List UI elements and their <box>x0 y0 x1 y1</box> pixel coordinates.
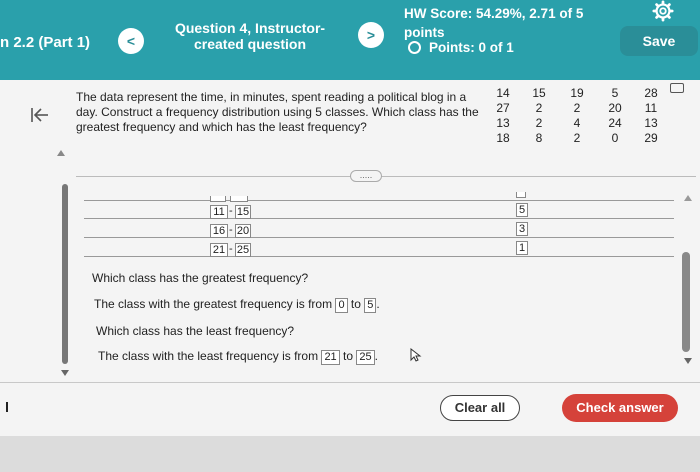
data-value: 19 <box>570 86 584 100</box>
class-upper-limit-input[interactable]: 15 <box>235 205 251 219</box>
data-column: 14 27 13 18 <box>490 86 516 146</box>
data-value: 14 <box>496 86 510 100</box>
data-value: 29 <box>644 131 658 145</box>
copy-data-icon[interactable] <box>670 83 684 93</box>
data-value: 27 <box>496 101 510 115</box>
scroll-down-icon[interactable] <box>61 370 69 376</box>
data-value: 2 <box>573 131 581 145</box>
points-label: Points: 0 of 1 <box>429 40 514 55</box>
class-upper-limit-input[interactable]: 25 <box>235 243 251 257</box>
right-scrollbar[interactable] <box>682 252 690 352</box>
back-to-first-icon[interactable] <box>30 104 50 130</box>
left-scrollbar[interactable] <box>62 184 68 364</box>
frequency-input[interactable]: 5 <box>516 203 528 217</box>
data-column: 19 2 4 2 <box>564 86 590 146</box>
clear-all-button[interactable]: Clear all <box>440 395 520 421</box>
answer-prefix: The class with the least frequency is fr… <box>98 349 319 363</box>
data-column: 15 2 2 8 <box>526 86 552 146</box>
greatest-frequency-question: Which class has the greatest frequency? <box>92 271 309 285</box>
least-frequency-question: Which class has the least frequency? <box>96 324 295 338</box>
column-header-stub <box>516 192 526 198</box>
least-from-input[interactable]: 21 <box>321 350 340 365</box>
question-title: Question 4, Instructor-created question <box>174 20 326 52</box>
previous-question-button[interactable]: < <box>118 28 144 54</box>
column-header-stub <box>230 196 248 202</box>
hw-score: HW Score: 54.29%, 2.71 of 5 <box>404 6 584 21</box>
check-answer-button[interactable]: Check answer <box>562 394 678 422</box>
footer-divider <box>0 382 700 383</box>
data-value: 0 <box>611 131 619 145</box>
data-value: 2 <box>573 101 581 115</box>
scroll-up-icon[interactable] <box>684 195 692 201</box>
data-value: 13 <box>644 116 658 130</box>
data-value: 4 <box>573 116 581 130</box>
expand-more-button[interactable]: ..... <box>350 170 382 182</box>
section-divider <box>76 176 696 177</box>
collapse-up-icon[interactable] <box>57 150 65 156</box>
data-value: 13 <box>496 116 510 130</box>
column-header-stub <box>210 196 226 202</box>
greatest-to-input[interactable]: 5 <box>364 298 377 313</box>
range-dash: - <box>229 243 233 255</box>
data-value: 28 <box>644 86 658 100</box>
problem-statement: The data represent the time, in minutes,… <box>76 90 479 134</box>
edge-mark <box>6 402 8 412</box>
range-dash: - <box>229 205 233 217</box>
range-dash: - <box>229 224 233 236</box>
answer-prefix: The class with the greatest frequency is… <box>94 297 333 311</box>
data-value: 2 <box>535 101 543 115</box>
data-value: 15 <box>532 86 546 100</box>
table-rule <box>84 218 674 219</box>
period: . <box>374 349 378 363</box>
class-lower-limit-input[interactable]: 11 <box>210 205 228 219</box>
mouse-cursor-icon <box>410 348 422 362</box>
points-status-icon <box>408 41 421 54</box>
section-title: n 2.2 (Part 1) <box>0 34 91 51</box>
class-lower-limit-input[interactable]: 21 <box>210 243 228 257</box>
next-question-button[interactable]: > <box>358 22 384 48</box>
table-rule <box>84 237 674 238</box>
table-rule <box>84 200 674 201</box>
save-button[interactable]: Save <box>620 26 698 56</box>
greatest-frequency-answer-line: The class with the greatest frequency is… <box>94 297 380 313</box>
data-value: 11 <box>644 101 658 115</box>
to-word: to <box>343 349 354 363</box>
period: . <box>376 297 380 311</box>
data-column: 28 11 13 29 <box>638 86 664 146</box>
least-frequency-answer-line: The class with the least frequency is fr… <box>98 349 378 365</box>
gear-icon[interactable] <box>652 0 674 22</box>
scroll-down-icon[interactable] <box>684 358 692 364</box>
data-value: 24 <box>608 116 622 130</box>
header-bar: n 2.2 (Part 1) < Question 4, Instructor-… <box>0 0 700 80</box>
data-value: 18 <box>496 131 510 145</box>
frequency-input[interactable]: 3 <box>516 222 528 236</box>
greatest-from-input[interactable]: 0 <box>335 298 348 313</box>
data-value: 20 <box>608 101 622 115</box>
data-value: 2 <box>535 116 543 130</box>
data-value: 8 <box>535 131 543 145</box>
least-to-input[interactable]: 25 <box>356 350 375 365</box>
data-value: 5 <box>611 86 619 100</box>
hw-score-points: points <box>404 25 445 40</box>
table-rule <box>84 256 674 257</box>
question-points: Points: 0 of 1 <box>408 40 514 55</box>
frequency-input[interactable]: 1 <box>516 241 528 255</box>
class-lower-limit-input[interactable]: 16 <box>210 224 228 238</box>
class-upper-limit-input[interactable]: 20 <box>235 224 251 238</box>
data-column: 5 20 24 0 <box>602 86 628 146</box>
to-word: to <box>350 297 361 311</box>
